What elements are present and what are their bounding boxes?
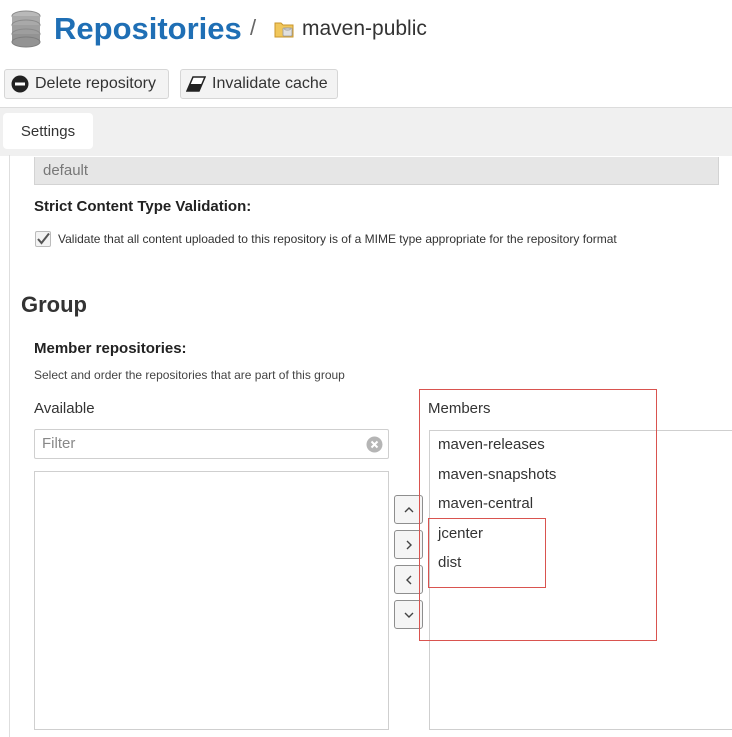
eraser-icon bbox=[186, 76, 206, 92]
checkmark-icon bbox=[37, 232, 50, 245]
strict-validation-checkbox[interactable] bbox=[35, 231, 51, 247]
filter-input[interactable]: Filter bbox=[34, 429, 389, 459]
clear-filter-icon[interactable] bbox=[366, 436, 383, 453]
breadcrumb-repo-name: maven-public bbox=[302, 17, 427, 40]
member-repositories-help: Select and order the repositories that a… bbox=[34, 368, 345, 382]
available-list[interactable] bbox=[34, 471, 389, 730]
delete-repository-label: Delete repository bbox=[35, 75, 156, 92]
database-icon bbox=[10, 10, 42, 48]
annotation-box-members bbox=[419, 389, 657, 641]
folder-icon bbox=[274, 19, 296, 39]
content-left-border bbox=[9, 155, 10, 737]
tab-settings[interactable]: Settings bbox=[3, 113, 93, 149]
invalidate-cache-button[interactable]: Invalidate cache bbox=[180, 69, 338, 99]
blob-store-field: default bbox=[34, 157, 719, 185]
group-heading: Group bbox=[21, 292, 87, 317]
chevron-down-icon bbox=[404, 612, 413, 618]
tab-strip bbox=[0, 107, 732, 156]
strict-validation-label: Strict Content Type Validation: bbox=[34, 198, 252, 215]
breadcrumb-separator: / bbox=[250, 15, 257, 40]
minus-circle-icon bbox=[11, 75, 29, 93]
invalidate-cache-label: Invalidate cache bbox=[212, 75, 328, 92]
member-repositories-label: Member repositories: bbox=[34, 340, 187, 357]
strict-validation-checkbox-label: Validate that all content uploaded to th… bbox=[58, 232, 617, 246]
chevron-up-icon bbox=[404, 506, 413, 512]
annotation-box-added-members bbox=[428, 518, 546, 588]
chevron-left-icon bbox=[405, 575, 411, 584]
available-label: Available bbox=[34, 400, 95, 417]
chevron-right-icon bbox=[406, 540, 412, 549]
page-title[interactable]: Repositories bbox=[54, 10, 242, 48]
delete-repository-button[interactable]: Delete repository bbox=[4, 69, 169, 99]
